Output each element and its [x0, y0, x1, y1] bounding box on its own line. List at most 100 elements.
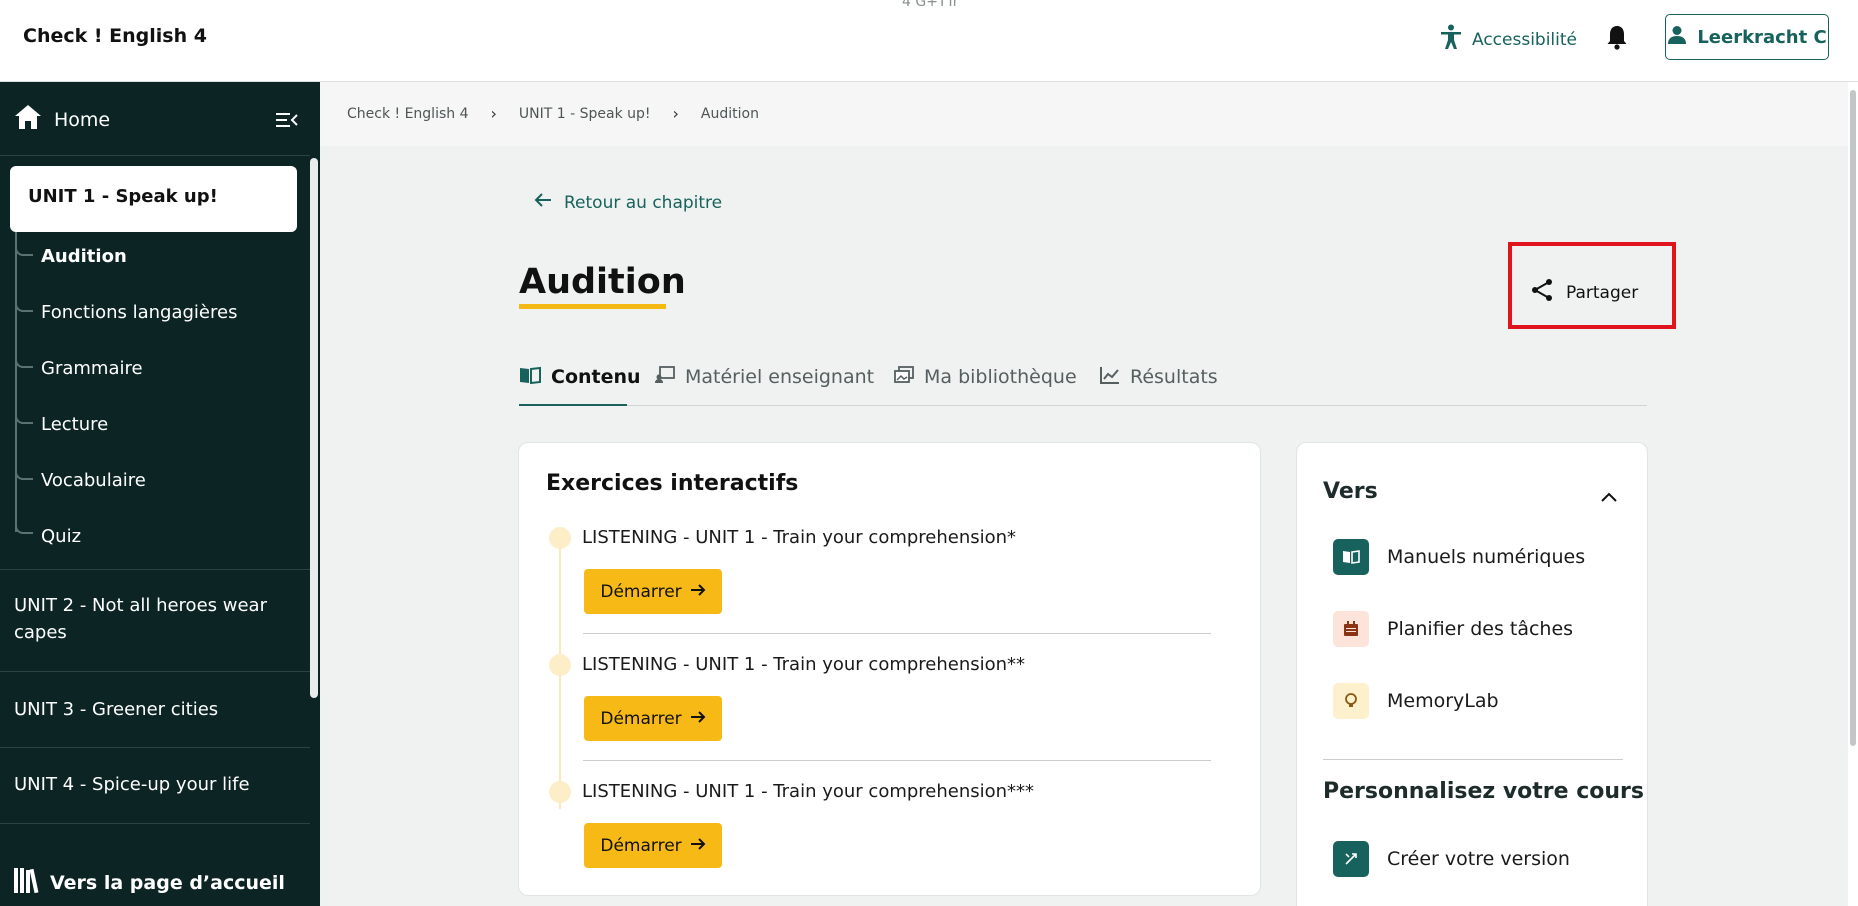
home-icon — [14, 104, 42, 135]
tree-branch — [15, 244, 33, 256]
tree-line — [15, 232, 17, 532]
title-underline — [519, 304, 666, 309]
book-icon — [1333, 539, 1369, 575]
exercise-divider — [583, 760, 1211, 761]
exercise-title[interactable]: LISTENING - UNIT 1 - Train your comprehe… — [582, 781, 1034, 802]
link-planifier-taches[interactable]: Planifier des tâches — [1333, 611, 1573, 647]
accessibility-button[interactable]: Accessibilité — [1440, 24, 1577, 55]
start-label: Démarrer — [600, 708, 682, 729]
back-label: Retour au chapitre — [564, 192, 723, 213]
share-icon — [1530, 278, 1554, 307]
page-scrollbar-thumb[interactable] — [1850, 90, 1856, 746]
sidebar-item-grammaire[interactable]: Grammaire — [41, 358, 143, 379]
sidebar-collapse-button[interactable] — [276, 112, 298, 132]
arrow-right-icon — [690, 836, 706, 856]
start-label: Démarrer — [600, 581, 682, 602]
sidebar-item-lecture[interactable]: Lecture — [41, 414, 108, 435]
create-version-link[interactable]: Créer votre version — [1333, 841, 1570, 877]
arrow-right-icon — [690, 582, 706, 602]
tab-ma-bibliotheque[interactable]: Ma bibliothèque — [894, 366, 1077, 406]
personalize-title: Personnalisez votre cours — [1323, 779, 1644, 804]
link-memorylab[interactable]: MemoryLab — [1333, 683, 1499, 719]
sidebar-scrollbar[interactable] — [310, 158, 318, 698]
sidebar-divider — [0, 671, 310, 672]
sidebar-divider — [0, 747, 310, 748]
page-scrollbar[interactable] — [1848, 82, 1858, 906]
tree-branch — [15, 300, 33, 312]
app-title[interactable]: Check ! English 4 — [23, 25, 207, 47]
home-page-label: Vers la page d’accueil — [50, 871, 285, 894]
share-button[interactable]: Partager — [1530, 278, 1638, 307]
sidebar-unit-3[interactable]: UNIT 3 - Greener cities — [14, 696, 274, 723]
sidebar-unit-4[interactable]: UNIT 4 - Spice-up your life — [14, 771, 274, 798]
user-menu-button[interactable]: Leerkracht C — [1665, 14, 1829, 60]
sidebar-divider — [0, 155, 310, 156]
breadcrumb-bar: Check ! English 4 › UNIT 1 - Speak up! ›… — [320, 82, 1848, 146]
library-books-icon — [14, 866, 40, 899]
book-open-icon — [519, 366, 541, 389]
tree-branch — [15, 356, 33, 368]
create-version-label: Créer votre version — [1387, 848, 1570, 870]
accessibility-icon — [1440, 24, 1462, 55]
start-exercise-button[interactable]: Démarrer — [584, 823, 722, 868]
breadcrumb: Check ! English 4 › UNIT 1 - Speak up! ›… — [347, 104, 759, 123]
sidebar-home-link[interactable]: Home — [14, 104, 110, 135]
sidebar-item-vocabulaire[interactable]: Vocabulaire — [41, 470, 146, 491]
sidebar-item-audition[interactable]: Audition — [41, 246, 127, 267]
tree-branch — [15, 522, 33, 534]
tab-contenu[interactable]: Contenu — [519, 366, 641, 406]
sidebar-divider — [0, 569, 310, 570]
shuffle-icon — [1333, 841, 1369, 877]
class-code: 4 G+TTr — [902, 0, 959, 10]
collapse-menu-icon — [276, 113, 298, 132]
back-to-chapter-link[interactable]: Retour au chapitre — [534, 192, 722, 213]
chevron-right-icon: › — [672, 104, 679, 123]
tab-resultats[interactable]: Résultats — [1100, 366, 1218, 406]
vers-item-label: Planifier des tâches — [1387, 618, 1574, 640]
exercise-marker — [549, 527, 571, 549]
chart-line-icon — [1100, 366, 1120, 389]
content-tabs: Contenu Matériel enseignant Ma bibliothè… — [519, 366, 1647, 406]
page-title: Audition — [519, 262, 686, 302]
arrow-right-icon — [690, 709, 706, 729]
exercise-title[interactable]: LISTENING - UNIT 1 - Train your comprehe… — [582, 654, 1025, 675]
bell-icon — [1606, 26, 1628, 54]
exercise-marker — [549, 781, 571, 803]
start-label: Démarrer — [600, 835, 682, 856]
tab-label: Contenu — [551, 366, 641, 388]
sidebar-divider — [0, 823, 310, 824]
sidebar-item-fonctions[interactable]: Fonctions langagières — [41, 302, 237, 323]
tab-label: Ma bibliothèque — [924, 366, 1077, 388]
start-exercise-button[interactable]: Démarrer — [584, 696, 722, 741]
lightbulb-icon — [1333, 683, 1369, 719]
arrow-left-icon — [534, 192, 552, 213]
tree-branch — [15, 468, 33, 480]
exercise-title[interactable]: LISTENING - UNIT 1 - Train your comprehe… — [582, 527, 1016, 548]
breadcrumb-current: Audition — [700, 105, 759, 122]
tab-materiel-enseignant[interactable]: Matériel enseignant — [655, 366, 874, 406]
collapse-vers-button[interactable] — [1601, 487, 1617, 506]
breadcrumb-item[interactable]: Check ! English 4 — [347, 106, 469, 122]
accessibility-label: Accessibilité — [1472, 29, 1578, 50]
notifications-button[interactable] — [1606, 24, 1628, 54]
library-images-icon — [894, 366, 914, 389]
start-exercise-button[interactable]: Démarrer — [584, 569, 722, 614]
sidebar-unit-1[interactable]: UNIT 1 - Speak up! — [10, 166, 297, 232]
vers-item-label: Manuels numériques — [1387, 546, 1586, 568]
tree-branch — [15, 412, 33, 424]
teacher-board-icon — [655, 366, 675, 389]
calendar-icon — [1333, 611, 1369, 647]
sidebar-unit-2[interactable]: UNIT 2 - Not all heroes wear capes — [14, 592, 274, 646]
share-label: Partager — [1566, 282, 1639, 303]
home-label: Home — [54, 108, 111, 131]
sidebar-item-quiz[interactable]: Quiz — [41, 526, 81, 547]
link-manuels-numeriques[interactable]: Manuels numériques — [1333, 539, 1585, 575]
home-page-link[interactable]: Vers la page d’accueil — [14, 866, 285, 899]
tab-label: Matériel enseignant — [685, 366, 875, 388]
breadcrumb-item[interactable]: UNIT 1 - Speak up! — [519, 106, 651, 122]
exercises-title: Exercices interactifs — [546, 471, 799, 496]
vers-card: Vers Manuels numériques Planifier des tâ… — [1296, 442, 1648, 906]
vers-title: Vers — [1323, 479, 1378, 504]
chevron-right-icon: › — [490, 104, 497, 123]
exercise-divider — [583, 633, 1211, 634]
